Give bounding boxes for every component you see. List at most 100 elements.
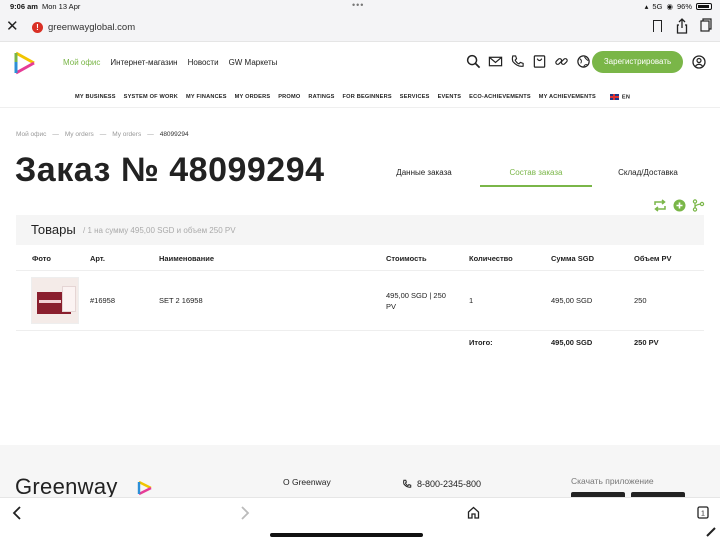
security-warning-icon[interactable]: ! — [32, 22, 43, 33]
status-time: 9:06 am — [10, 2, 38, 11]
header-icons — [466, 54, 591, 69]
tabs-icon[interactable] — [700, 18, 712, 32]
tab-order-contents[interactable]: Состав заказа — [480, 165, 592, 187]
row-price-line1: 495,00 SGD | 250 — [386, 291, 446, 300]
tab-order-data[interactable]: Данные заказа — [368, 165, 480, 187]
subnav-for-beginners[interactable]: FOR BEGINNERS — [343, 94, 392, 100]
subnav-services[interactable]: SERVICES — [400, 94, 430, 100]
row-price-line2: PV — [386, 302, 397, 311]
phone-icon — [403, 479, 412, 488]
uk-flag-icon — [609, 94, 619, 100]
row-quantity: 1 — [469, 296, 474, 305]
breadcrumb-separator: — — [52, 131, 59, 138]
pencil-icon[interactable] — [705, 526, 717, 538]
back-icon[interactable] — [12, 506, 22, 520]
subnav-ratings[interactable]: RATINGS — [308, 94, 334, 100]
breadcrumb: Мой офис — My orders — My orders — 48099… — [16, 131, 189, 138]
bookmark-icon[interactable] — [653, 20, 662, 32]
product-box-label — [39, 300, 61, 303]
language-selector[interactable]: EN — [609, 94, 631, 101]
order-tabs: Данные заказа Состав заказа Склад/Достав… — [368, 165, 708, 187]
url-field[interactable]: ! greenwayglobal.com — [24, 17, 646, 39]
table-divider — [16, 270, 704, 271]
footer-about-link[interactable]: О Greenway — [283, 477, 331, 487]
order-actions — [653, 199, 705, 212]
mail-icon[interactable] — [488, 54, 503, 69]
multitask-dots-icon[interactable]: ••• — [352, 0, 364, 10]
subnav-my-achievements[interactable]: MY ACHIEVEMENTS — [539, 94, 596, 100]
col-header-photo: Фото — [32, 254, 51, 263]
user-profile-icon[interactable] — [692, 55, 706, 69]
footer-phone[interactable]: 8-800-2345-800 — [402, 479, 481, 489]
total-label: Итого: — [469, 338, 493, 347]
col-header-quantity: Количество — [469, 254, 513, 263]
subnav-system-of-work[interactable]: SYSTEM OF WORK — [124, 94, 178, 100]
subnav-promo[interactable]: PROMO — [278, 94, 300, 100]
total-sum: 495,00 SGD — [551, 338, 593, 347]
footer-phone-number: 8-800-2345-800 — [417, 479, 482, 489]
row-article: #16958 — [90, 296, 116, 305]
link-icon[interactable] — [554, 54, 569, 69]
subnav-my-business[interactable]: MY BUSINESS — [75, 94, 116, 100]
goods-title: Товары — [31, 222, 76, 237]
goods-summary: / 1 на сумму 495,00 SGD и объем 250 PV — [83, 226, 236, 235]
col-header-sum: Сумма SGD — [551, 254, 594, 263]
status-bar: 9:06 am Mon 13 Apr ••• ▴ 5G ◉ 96% — [0, 0, 720, 14]
home-icon[interactable] — [467, 506, 480, 519]
phone-icon[interactable] — [510, 54, 525, 69]
add-icon[interactable] — [673, 199, 686, 212]
subnav-my-finances[interactable]: MY FINANCES — [186, 94, 227, 100]
table-divider — [16, 330, 704, 331]
register-button[interactable]: Зарегистрировать — [592, 51, 683, 73]
url-text[interactable]: greenwayglobal.com — [48, 22, 135, 33]
subnav-events[interactable]: EVENTS — [438, 94, 462, 100]
browser-toolbar: 1 — [0, 497, 720, 540]
branch-icon[interactable] — [692, 199, 705, 212]
cart-icon[interactable] — [532, 54, 547, 69]
share-icon[interactable] — [676, 18, 688, 34]
breadcrumb-item[interactable]: My orders — [112, 131, 141, 138]
signal-label: 5G — [652, 2, 663, 11]
subnav-my-orders[interactable]: MY ORDERS — [235, 94, 271, 100]
status-indicators: ▴ 5G ◉ 96% — [645, 2, 712, 11]
footer-logo-icon — [137, 480, 152, 496]
close-icon[interactable]: ✕ — [6, 18, 19, 36]
col-header-article: Арт. — [90, 254, 105, 263]
tab-count-icon[interactable]: 1 — [697, 506, 709, 519]
col-header-pv: Объем PV — [634, 254, 672, 263]
nav-my-office[interactable]: Мой офис — [63, 58, 100, 67]
subnav-eco-achievements[interactable]: ECO-ACHIEVEMENTS — [469, 94, 531, 100]
nav-online-store[interactable]: Интернет-магазин — [110, 58, 177, 67]
product-photo[interactable] — [31, 277, 79, 324]
nav-news[interactable]: Новости — [188, 58, 219, 67]
battery-icon — [696, 3, 712, 10]
location-icon: ◉ — [666, 2, 673, 11]
total-pv: 250 PV — [634, 338, 659, 347]
main-nav: Мой офис Интернет-магазин Новости GW Мар… — [63, 58, 277, 67]
tab-warehouse-delivery[interactable]: Склад/Доставка — [592, 165, 704, 187]
forward-icon[interactable] — [240, 506, 250, 520]
repeat-order-icon[interactable] — [653, 199, 667, 212]
site-footer: Greenway О Greenway 8-800-2345-800 Скача… — [0, 445, 720, 499]
search-icon[interactable] — [466, 54, 481, 69]
nav-gw-markets[interactable]: GW Маркеты — [229, 58, 278, 67]
language-label: EN — [621, 94, 631, 101]
battery-label: 96% — [676, 2, 692, 11]
status-date: Mon 13 Apr — [42, 2, 81, 11]
eco-globe-icon[interactable] — [576, 54, 591, 69]
row-name[interactable]: SET 2 16958 — [159, 296, 203, 305]
breadcrumb-item[interactable]: Мой офис — [16, 131, 46, 138]
site-header: Мой офис Интернет-магазин Новости GW Мар… — [0, 42, 720, 84]
col-header-name: Наименование — [159, 254, 215, 263]
svg-text:1: 1 — [701, 511, 705, 518]
secondary-nav: MY BUSINESS SYSTEM OF WORK MY FINANCES M… — [0, 88, 720, 108]
breadcrumb-item[interactable]: My orders — [65, 131, 94, 138]
home-indicator[interactable] — [270, 533, 423, 537]
breadcrumb-current: 48099294 — [159, 131, 189, 138]
goods-section-header: Товары / 1 на сумму 495,00 SGD и объем 2… — [16, 215, 704, 245]
browser-address-bar: ✕ ! greenwayglobal.com — [0, 14, 720, 42]
breadcrumb-separator: — — [99, 131, 107, 138]
greenway-logo-icon[interactable] — [14, 51, 36, 75]
footer-download-label: Скачать приложение — [571, 476, 654, 486]
row-pv: 250 — [634, 296, 647, 305]
